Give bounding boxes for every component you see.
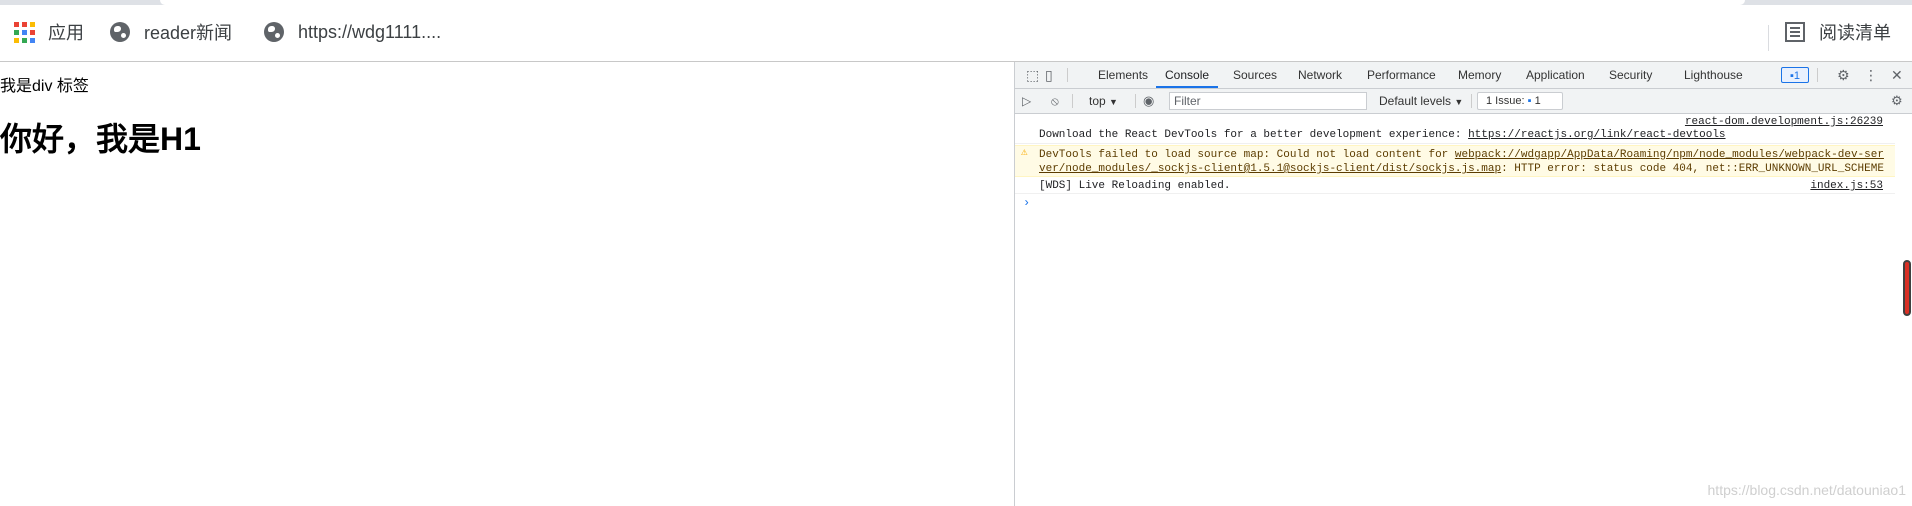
- tab-lighthouse[interactable]: Lighthouse: [1684, 62, 1743, 88]
- tab-separator: [1817, 68, 1818, 82]
- console-scrollbar[interactable]: [1899, 114, 1912, 506]
- dropdown-caret-icon: ▼: [1109, 97, 1118, 107]
- tab-security[interactable]: Security: [1609, 62, 1652, 88]
- message-icon: ▪: [1527, 95, 1532, 107]
- page-div-text: 我是div 标签: [0, 78, 89, 95]
- bookmark-reader-label: reader新闻: [144, 23, 233, 43]
- bookmark-apps[interactable]: 应用: [14, 17, 84, 47]
- message-source-link[interactable]: react-dom.development.js:26239: [1685, 116, 1883, 129]
- bookmark-wdg[interactable]: https://wdg1111....: [264, 17, 441, 47]
- eye-icon[interactable]: ◉: [1143, 94, 1154, 108]
- context-selector[interactable]: top ▼: [1089, 89, 1118, 113]
- toolbar-separator: [1135, 94, 1136, 108]
- warning-text-prefix: DevTools failed to load source map: Coul…: [1039, 149, 1455, 161]
- message-text: [WDS] Live Reloading enabled.: [1039, 180, 1231, 192]
- tab-network[interactable]: Network: [1298, 62, 1342, 88]
- globe-icon: [110, 22, 130, 42]
- console-output: react-dom.development.js:26239 Download …: [1015, 114, 1912, 506]
- issues-label: 1 Issue:: [1486, 95, 1525, 107]
- globe-icon: [264, 22, 284, 42]
- page-viewport: 我是div 标签 你好，我是H1: [0, 62, 1014, 506]
- bookmarks-bar: 应用 reader新闻 https://wdg1111.... 阅读清单: [0, 5, 1912, 62]
- page-h1: 你好，我是H1: [0, 121, 201, 157]
- source-map-link-part1[interactable]: webpack://wdgapp/AppData/Roaming/npm/nod…: [1455, 149, 1884, 161]
- console-message: react-dom.development.js:26239 Download …: [1015, 116, 1895, 144]
- settings-gear-icon[interactable]: ⚙: [1837, 68, 1850, 82]
- bookmark-apps-label: 应用: [48, 23, 84, 43]
- reading-list-button[interactable]: 阅读清单: [1785, 17, 1891, 47]
- message-text: Download the React DevTools for a better…: [1039, 129, 1726, 142]
- warning-line-1: DevTools failed to load source map: Coul…: [1039, 149, 1884, 162]
- issues-button[interactable]: 1 Issue: ▪ 1: [1477, 92, 1563, 110]
- message-text-prefix: Download the React DevTools for a better…: [1039, 129, 1469, 141]
- tab-memory[interactable]: Memory: [1458, 62, 1501, 88]
- warning-icon: ⚠: [1021, 147, 1028, 159]
- filter-input[interactable]: [1169, 92, 1367, 110]
- issues-count: 1: [1534, 95, 1541, 107]
- close-icon[interactable]: ✕: [1891, 68, 1903, 82]
- console-prompt-chevron-icon[interactable]: ›: [1023, 196, 1030, 210]
- message-source-link[interactable]: index.js:53: [1810, 180, 1883, 193]
- tab-elements[interactable]: Elements: [1098, 62, 1148, 88]
- react-devtools-link[interactable]: https://reactjs.org/link/react-devtools: [1468, 129, 1725, 141]
- log-levels-label: Default levels: [1379, 94, 1452, 108]
- tab-separator: [1067, 68, 1068, 82]
- console-warning-message: ⚠ DevTools failed to load source map: Co…: [1015, 145, 1895, 177]
- toolbar-separator: [1471, 94, 1472, 108]
- console-settings-gear-icon[interactable]: ⚙: [1891, 94, 1903, 108]
- sidebar-toggle-icon[interactable]: ▷: [1022, 94, 1031, 108]
- clear-console-icon[interactable]: ⦸: [1051, 94, 1059, 108]
- device-toolbar-icon[interactable]: ▯: [1045, 68, 1053, 82]
- warning-text-suffix: : HTTP error: status code 404, net::ERR_…: [1501, 163, 1884, 175]
- console-toolbar: ▷ ⦸ top ▼ ◉ Default levels ▼ 1 Issue: ▪ …: [1015, 89, 1912, 114]
- dropdown-caret-icon: ▼: [1454, 97, 1464, 107]
- watermark: https://blog.csdn.net/datouniao1: [1707, 482, 1906, 498]
- devtools-tab-bar: ⬚ ▯ Elements Console Sources Network Per…: [1015, 62, 1912, 89]
- bookmark-reader[interactable]: reader新闻: [110, 17, 232, 47]
- warning-line-2: ver/node_modules/_sockjs-client@1.5.1@so…: [1039, 163, 1884, 176]
- tab-application[interactable]: Application: [1526, 62, 1585, 88]
- scrollbar-thumb[interactable]: [1903, 260, 1911, 316]
- bookmarks-divider: [1768, 25, 1769, 51]
- log-levels-dropdown[interactable]: Default levels ▼: [1379, 89, 1463, 113]
- issues-badge[interactable]: ▪1: [1781, 67, 1809, 83]
- tab-console[interactable]: Console: [1156, 62, 1219, 88]
- toolbar-separator: [1072, 94, 1073, 108]
- bookmark-wdg-label: https://wdg1111....: [298, 21, 442, 42]
- context-label: top: [1089, 94, 1106, 108]
- reading-list-label: 阅读清单: [1819, 23, 1891, 43]
- devtools-panel: ⬚ ▯ Elements Console Sources Network Per…: [1014, 62, 1912, 506]
- more-options-icon[interactable]: ⋮: [1864, 68, 1878, 82]
- source-map-link-part2[interactable]: ver/node_modules/_sockjs-client@1.5.1@so…: [1039, 163, 1501, 175]
- issues-badge-count: 1: [1793, 70, 1801, 82]
- reading-list-icon: [1785, 22, 1805, 42]
- inspect-element-icon[interactable]: ⬚: [1026, 68, 1039, 82]
- tab-sources[interactable]: Sources: [1233, 62, 1277, 88]
- tab-performance[interactable]: Performance: [1367, 62, 1436, 88]
- console-message: [WDS] Live Reloading enabled. index.js:5…: [1015, 178, 1895, 194]
- apps-grid-icon: [14, 21, 35, 43]
